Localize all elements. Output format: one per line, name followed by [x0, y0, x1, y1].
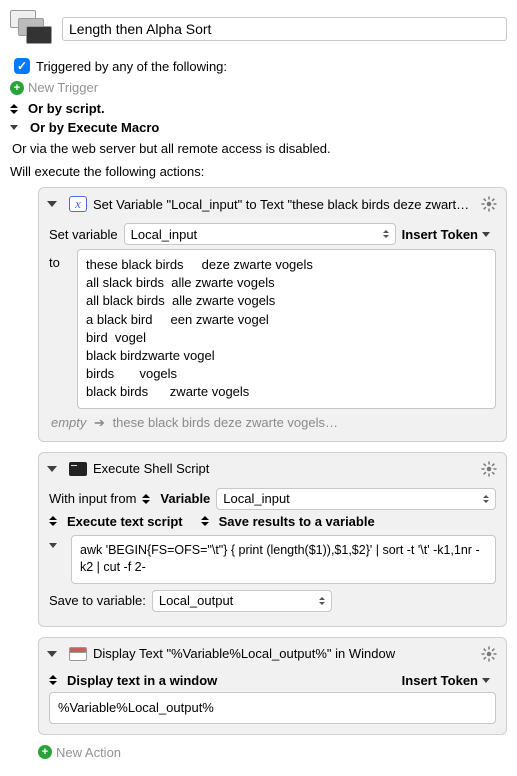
gear-icon[interactable]: [480, 460, 498, 478]
with-input-label: With input from: [49, 491, 136, 506]
disclosure-icon[interactable]: [49, 543, 57, 548]
chevron-down-icon: [482, 232, 490, 237]
plus-icon: +: [38, 745, 52, 759]
variable-icon: x: [69, 196, 87, 212]
macro-title-input[interactable]: [62, 17, 507, 41]
gear-icon[interactable]: [480, 195, 498, 213]
macro-icon: [10, 10, 54, 48]
new-action-button[interactable]: New Action: [56, 745, 121, 760]
insert-token-button[interactable]: Insert Token: [402, 227, 496, 242]
variable-text-input[interactable]: these black birds deze zwarte vogels all…: [77, 249, 496, 409]
shell-script-input[interactable]: awk 'BEGIN{FS=OFS="\t"} { print (length(…: [71, 535, 496, 584]
save-results-label: Save results to a variable: [219, 514, 375, 529]
updown-icon[interactable]: [201, 516, 209, 526]
action-title: Set Variable "Local_input" to Text "thes…: [93, 197, 474, 212]
display-mode-label: Display text in a window: [67, 673, 217, 688]
new-trigger-button[interactable]: New Trigger: [28, 80, 98, 95]
hint-result: these black birds deze zwarte vogels…: [113, 415, 338, 430]
output-variable-select[interactable]: Local_output: [152, 590, 332, 612]
hint-empty: empty: [51, 415, 86, 430]
web-server-note: Or via the web server but all remote acc…: [12, 141, 507, 156]
window-icon: [69, 647, 87, 661]
input-variable-value: Local_input: [223, 491, 290, 506]
action-title: Execute Shell Script: [93, 461, 474, 476]
to-label: to: [49, 249, 69, 270]
insert-token-button[interactable]: Insert Token: [402, 673, 496, 688]
display-text-input[interactable]: %Variable%Local_output%: [49, 692, 496, 724]
action-execute-shell[interactable]: Execute Shell Script With input from Var…: [38, 452, 507, 627]
updown-icon[interactable]: [49, 516, 57, 526]
updown-icon[interactable]: [142, 494, 150, 504]
variable-mode-label: Variable: [160, 491, 210, 506]
by-script-label: Or by script.: [28, 101, 105, 116]
gear-icon[interactable]: [480, 645, 498, 663]
input-variable-select[interactable]: Local_input: [216, 488, 496, 510]
variable-name-value: Local_input: [131, 227, 198, 242]
chevron-down-icon: [482, 678, 490, 683]
set-variable-label: Set variable: [49, 227, 118, 242]
action-title: Display Text "%Variable%Local_output%" i…: [93, 646, 474, 661]
triggers-header-label: Triggered by any of the following:: [36, 59, 227, 74]
plus-icon: +: [10, 81, 24, 95]
arrow-icon: ➔: [94, 415, 105, 430]
execute-script-label: Execute text script: [67, 514, 183, 529]
actions-header: Will execute the following actions:: [10, 164, 507, 179]
by-execute-macro-label: Or by Execute Macro: [30, 120, 159, 135]
save-to-label: Save to variable:: [49, 593, 146, 608]
updown-icon[interactable]: [49, 675, 57, 685]
disclosure-icon[interactable]: [47, 466, 57, 472]
chevron-down-icon[interactable]: [10, 125, 18, 130]
action-set-variable[interactable]: x Set Variable "Local_input" to Text "th…: [38, 187, 507, 442]
action-display-text[interactable]: Display Text "%Variable%Local_output%" i…: [38, 637, 507, 735]
disclosure-icon[interactable]: [47, 651, 57, 657]
output-variable-value: Local_output: [159, 593, 233, 608]
terminal-icon: [69, 462, 87, 476]
triggers-enabled-checkbox[interactable]: [14, 58, 30, 74]
updown-icon[interactable]: [10, 104, 18, 114]
variable-name-select[interactable]: Local_input: [124, 223, 396, 245]
disclosure-icon[interactable]: [47, 201, 57, 207]
